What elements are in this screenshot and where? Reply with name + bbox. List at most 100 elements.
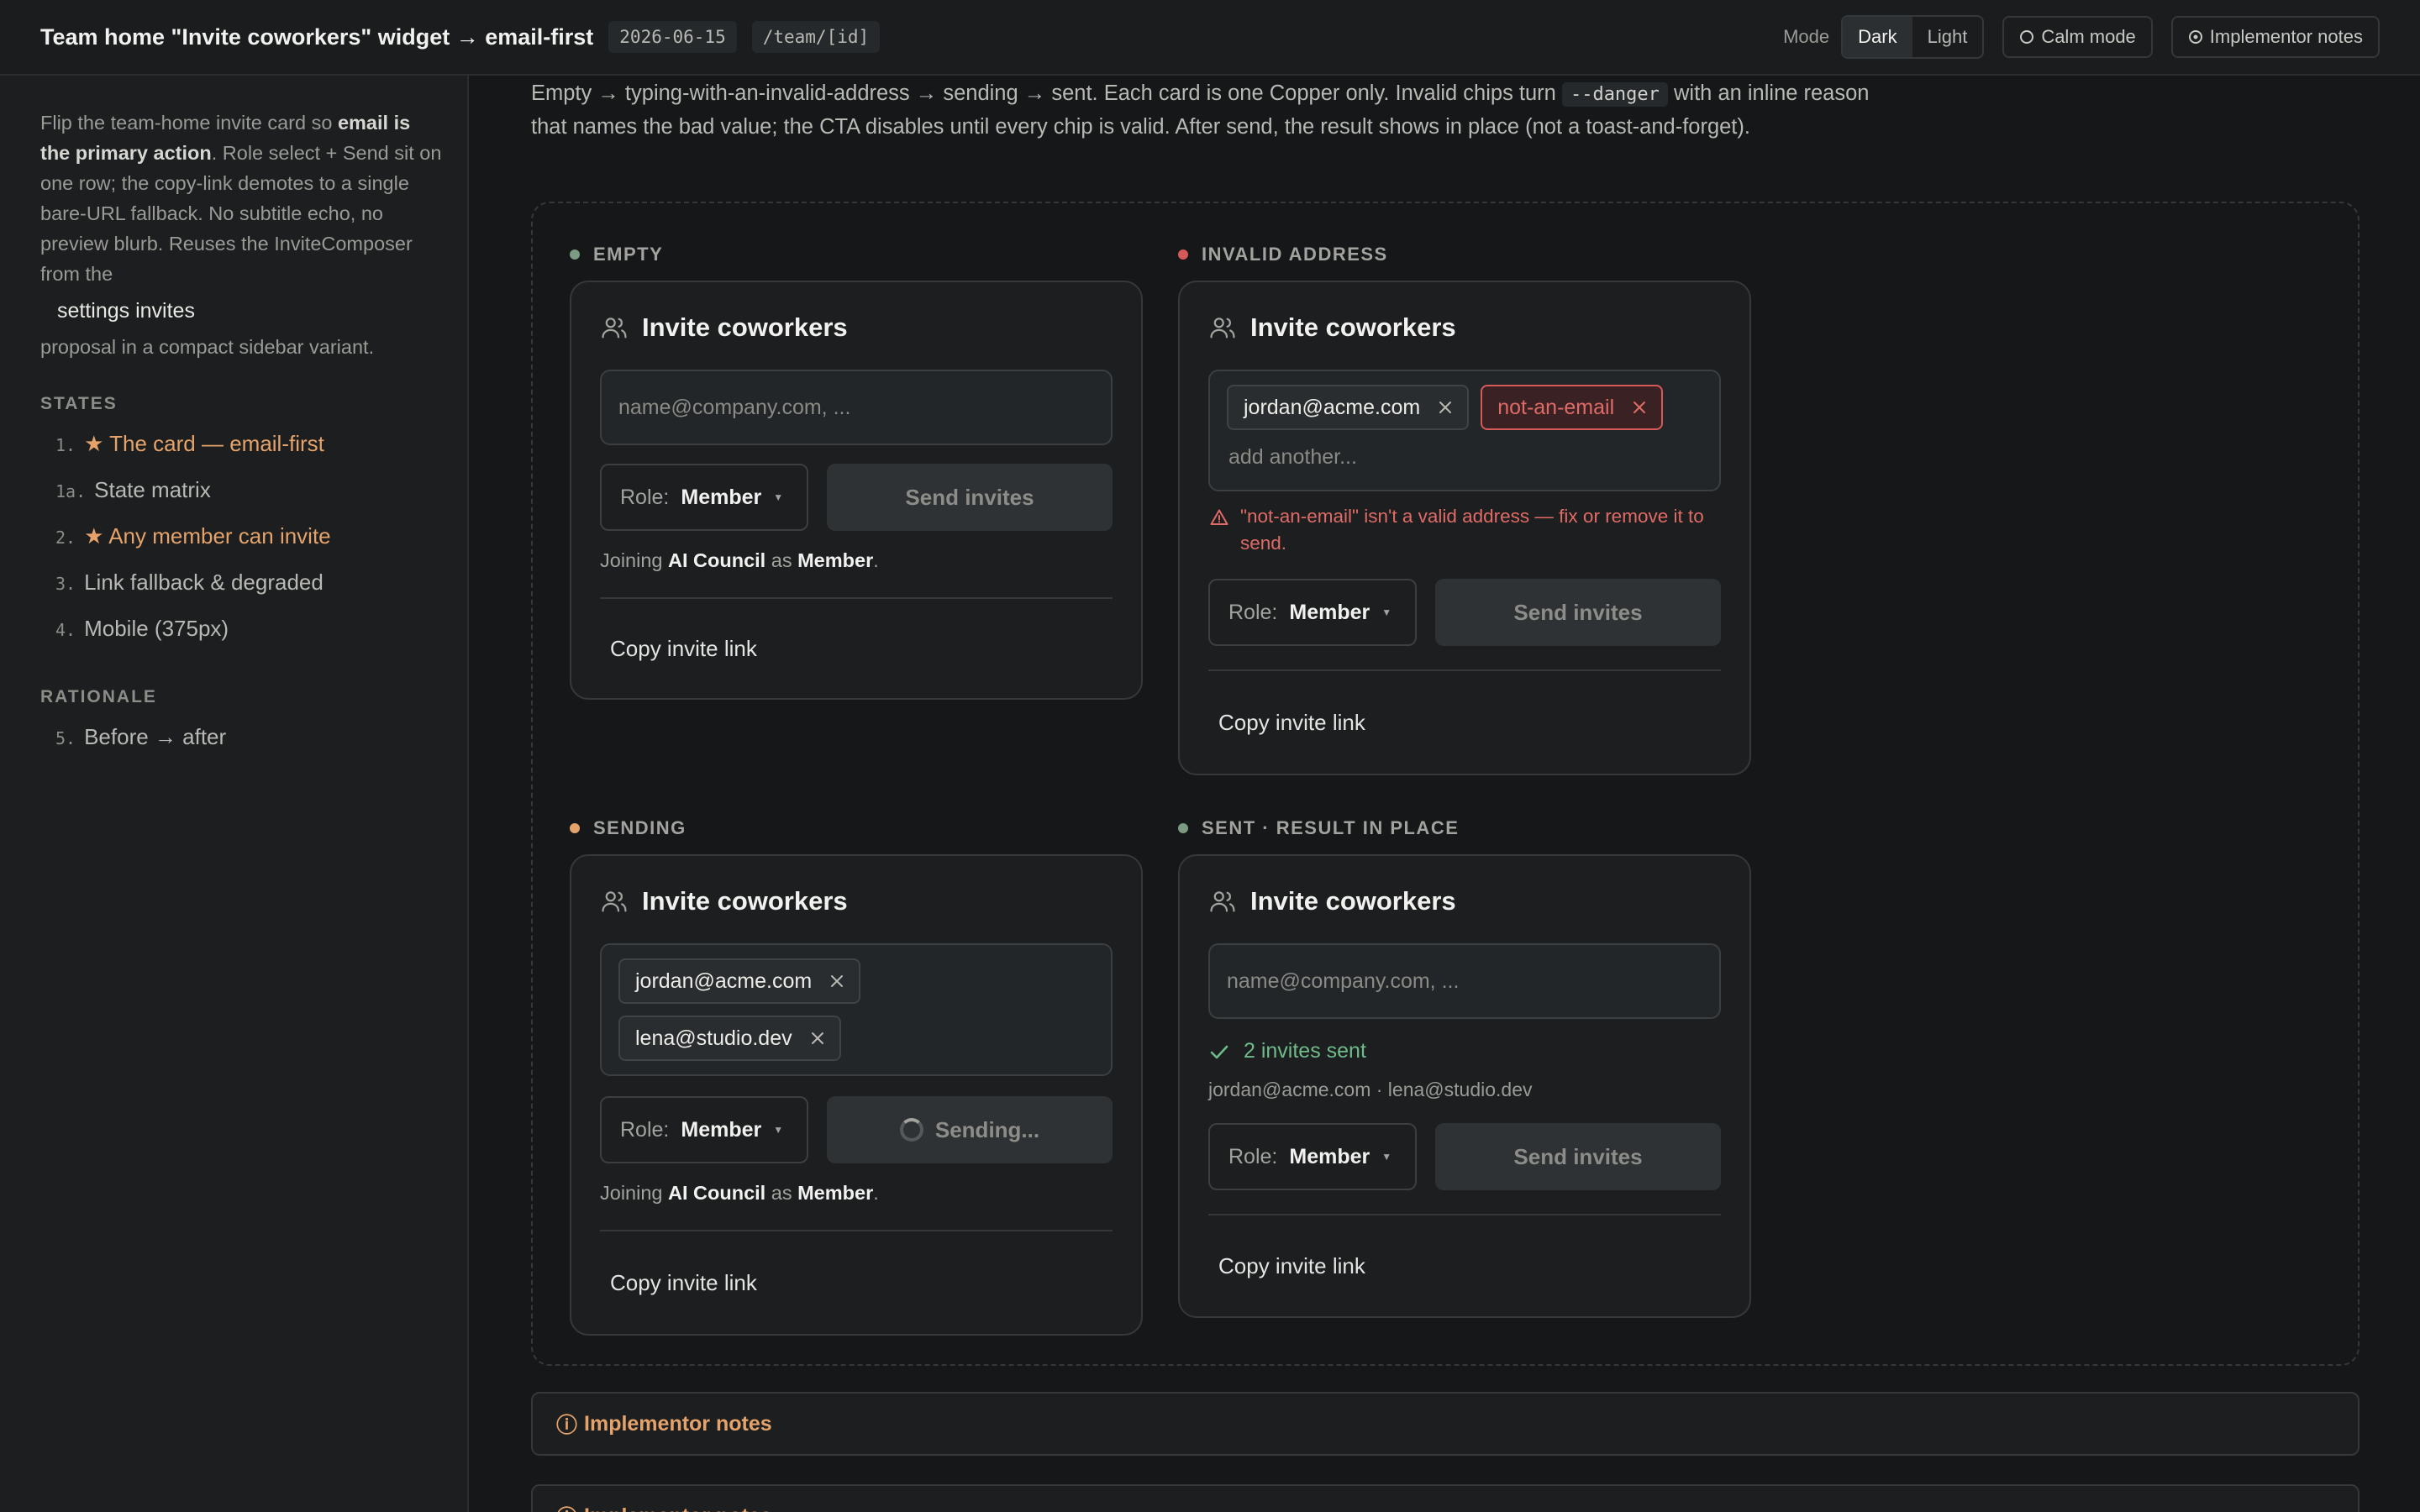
nav-item-mobile[interactable]: 4. Mobile (375px) <box>40 616 442 662</box>
team-name: AI Council <box>668 549 766 571</box>
copy-invite-link-button[interactable]: Copy invite link <box>1208 671 1721 774</box>
send-label: Send invites <box>905 484 1034 510</box>
implementor-notes-panel[interactable]: ⓘ Implementor notes <box>531 1484 2360 1512</box>
email-input[interactable]: name@company.com, ... <box>600 370 1113 445</box>
email-placeholder: name@company.com, ... <box>1227 969 1460 993</box>
joining-prefix: Joining <box>600 549 663 571</box>
warning-icon <box>1210 509 1228 525</box>
send-invites-button[interactable]: Sending... <box>827 1096 1113 1163</box>
nav-item-any-member[interactable]: 2. ★ Any member can invite <box>40 523 442 570</box>
info-icon: ⓘ <box>556 1501 577 1512</box>
email-input[interactable]: name@company.com, ... <box>1208 943 1721 1019</box>
action-row: Role: Member ▼ Send invites <box>1208 1123 1721 1190</box>
state-label-sending: SENDING <box>570 817 687 839</box>
nav-label: ★ The card — email-first <box>84 431 324 456</box>
send-invites-button[interactable]: Send invites <box>1435 579 1721 646</box>
email-chip: jordan@acme.com <box>1227 385 1470 430</box>
card-header: Invite coworkers <box>1208 282 1721 370</box>
close-icon[interactable] <box>1631 399 1648 416</box>
invite-card-invalid: Invite coworkers jordan@acme.com not-an-… <box>1178 281 1751 775</box>
send-label: Send invites <box>1513 1143 1643 1169</box>
role-select[interactable]: Role: Member ▼ <box>1208 579 1417 646</box>
mode-light-button[interactable]: Light <box>1912 17 1983 57</box>
nav-item-card-email-first[interactable]: 1. ★ The card — email-first <box>40 431 442 477</box>
nav-label: State matrix <box>94 477 211 502</box>
card-title: Invite coworkers <box>642 312 848 342</box>
mode-dark-button[interactable]: Dark <box>1843 17 1912 57</box>
status-dot <box>1178 249 1188 260</box>
mode-label: Mode <box>1783 26 1830 47</box>
check-icon <box>1210 1045 1228 1058</box>
close-icon[interactable] <box>829 973 845 990</box>
users-icon <box>602 318 627 339</box>
caret-down-icon: ▼ <box>773 491 784 503</box>
email-input[interactable]: jordan@acme.com not-an-email add another… <box>1208 370 1721 491</box>
joining-end: . <box>873 1182 879 1204</box>
email-placeholder: name@company.com, ... <box>618 395 851 419</box>
intro-code: --danger <box>1561 82 1668 107</box>
joining-text: Joining AI Council as Member. <box>600 1182 1113 1205</box>
route-badge: /team/[id] <box>751 21 881 53</box>
settings-invites-link[interactable]: settings invites <box>40 289 442 332</box>
nav-item-link-fallback[interactable]: 3. Link fallback & degraded <box>40 570 442 616</box>
state-matrix: EMPTY Invite coworkers name@company.com,… <box>531 202 2360 1366</box>
copy-invite-link-button[interactable]: Copy invite link <box>1208 1215 1721 1316</box>
caret-down-icon: ▼ <box>773 1124 784 1136</box>
state-label-text: INVALID ADDRESS <box>1202 244 1388 265</box>
chip-text: not-an-email <box>1497 395 1615 419</box>
mode-toggle: Dark Light <box>1841 15 1985 59</box>
state-label-invalid: INVALID ADDRESS <box>1178 244 1388 265</box>
nav-number: 1a. <box>55 481 87 501</box>
role-label: Role: <box>1228 600 1278 624</box>
state-label-sent: SENT · RESULT IN PLACE <box>1178 817 1459 839</box>
rationale-nav: 5. Before → after <box>40 724 442 770</box>
target-icon <box>2188 30 2202 44</box>
team-name: AI Council <box>668 1182 766 1204</box>
sent-result: 2 invites sent <box>1208 1039 1721 1063</box>
copy-invite-link-button[interactable]: Copy invite link <box>600 1231 1113 1334</box>
send-invites-button[interactable]: Send invites <box>1435 1123 1721 1190</box>
users-icon <box>1210 318 1235 339</box>
card-title: Invite coworkers <box>642 886 848 916</box>
date-badge: 2026-06-15 <box>608 21 737 53</box>
invite-card-sent: Invite coworkers name@company.com, ... 2… <box>1178 854 1751 1318</box>
nav-item-before-after[interactable]: 5. Before → after <box>40 724 442 770</box>
email-chip: jordan@acme.com <box>618 958 861 1004</box>
calm-mode-button[interactable]: Calm mode <box>2002 16 2153 58</box>
implementor-notes-panel[interactable]: ⓘ Implementor notes <box>531 1392 2360 1456</box>
email-input[interactable]: jordan@acme.com lena@studio.dev <box>600 943 1113 1076</box>
notes-title: Implementor notes <box>584 1504 772 1512</box>
email-chip-invalid: not-an-email <box>1481 385 1664 430</box>
role-select[interactable]: Role: Member ▼ <box>600 1096 808 1163</box>
caret-down-icon: ▼ <box>1381 1151 1392 1163</box>
joining-text: Joining AI Council as Member. <box>600 549 1113 572</box>
nav-item-state-matrix[interactable]: 1a. State matrix <box>40 477 442 523</box>
email-chip: lena@studio.dev <box>618 1016 841 1061</box>
implementor-notes-button[interactable]: Implementor notes <box>2170 16 2380 58</box>
top-bar: Team home "Invite coworkers" widget → em… <box>0 0 2420 76</box>
joining-as: as <box>771 549 792 571</box>
role-select[interactable]: Role: Member ▼ <box>1208 1123 1417 1190</box>
sidebar-description-end: proposal in a compact sidebar variant. <box>40 336 375 358</box>
copy-link-label: Copy invite link <box>1218 709 1365 735</box>
nav-label: Before → after <box>84 724 227 749</box>
caret-down-icon: ▼ <box>1381 606 1392 618</box>
card-header: Invite coworkers <box>600 282 1113 370</box>
states-nav: 1. ★ The card — email-first 1a. State ma… <box>40 431 442 662</box>
status-dot <box>570 823 580 833</box>
nav-number: 2. <box>55 528 76 548</box>
role-value: Member <box>681 1117 762 1142</box>
nav-label: Mobile (375px) <box>84 616 229 641</box>
close-icon[interactable] <box>1437 399 1454 416</box>
send-invites-button[interactable]: Send invites <box>827 464 1113 531</box>
chip-text: lena@studio.dev <box>635 1026 792 1050</box>
close-icon[interactable] <box>809 1030 826 1047</box>
intro-paragraph: Empty → typing-with-an-invalid-address →… <box>531 77 1892 143</box>
role-select[interactable]: Role: Member ▼ <box>600 464 808 531</box>
add-another-placeholder: add another... <box>1228 445 1357 469</box>
nav-number: 1. <box>55 435 76 455</box>
sent-recipients: jordan@acme.com · lena@studio.dev <box>1208 1079 1533 1100</box>
sidebar-description: Flip the team-home invite card so email … <box>40 108 442 289</box>
send-label: Send invites <box>1513 599 1643 625</box>
copy-invite-link-button[interactable]: Copy invite link <box>600 599 1113 698</box>
